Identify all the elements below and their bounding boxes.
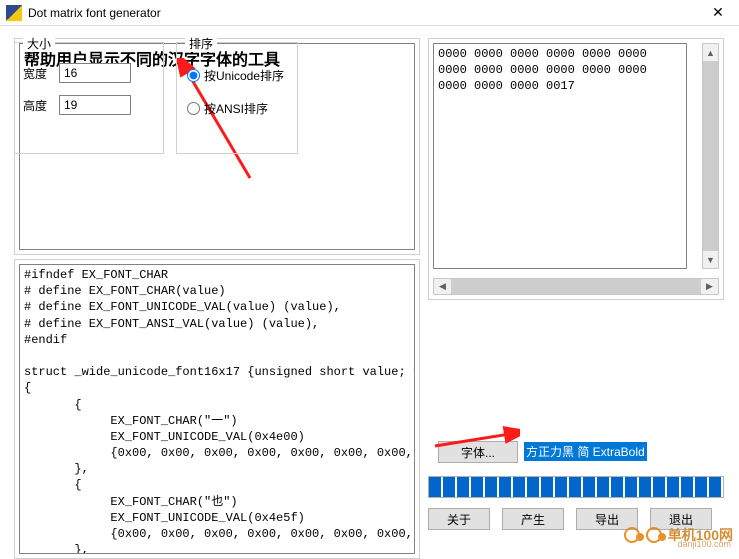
scroll-thumb[interactable] (451, 279, 701, 294)
font-name-display: 方正力黑 简 ExtraBold (524, 442, 688, 462)
close-button[interactable]: ✕ (703, 4, 733, 21)
code-output[interactable]: #ifndef EX_FONT_CHAR # define EX_FONT_CH… (19, 264, 415, 554)
generate-button[interactable]: 产生 (502, 508, 564, 530)
horizontal-scrollbar[interactable]: ◀ ▶ (433, 278, 719, 295)
progress-fill (429, 477, 723, 497)
watermark-url: danji100.com (677, 539, 731, 549)
sort-unicode-label: 按Unicode排序 (204, 67, 284, 84)
sort-unicode-radio[interactable] (187, 69, 200, 82)
sort-ansi-label: 按ANSI排序 (204, 100, 268, 117)
height-input[interactable] (59, 95, 131, 115)
progress-bar (428, 476, 724, 498)
watermark-logo-icon (646, 527, 662, 543)
size-group: 大小 宽度 高度 (14, 42, 164, 154)
scroll-up-icon[interactable]: ▲ (703, 44, 718, 61)
about-button[interactable]: 关于 (428, 508, 490, 530)
code-panel: #ifndef EX_FONT_CHAR # define EX_FONT_CH… (14, 259, 420, 559)
settings-row: 大小 宽度 高度 排序 按Unicode排序 按ANSI排序 (8, 34, 304, 164)
watermark: 单机100网 danji100.com (624, 525, 733, 545)
size-group-label: 大小 (23, 35, 55, 52)
height-label: 高度 (23, 97, 59, 114)
sort-group: 排序 按Unicode排序 按ANSI排序 (176, 42, 298, 154)
sort-group-label: 排序 (185, 35, 217, 52)
scroll-right-icon[interactable]: ▶ (701, 279, 718, 294)
font-button[interactable]: 字体... (438, 441, 518, 463)
width-label: 宽度 (23, 65, 59, 82)
app-icon (6, 5, 22, 21)
client-area: 帮助用户显示不同的汉字字体的工具 #ifndef EX_FONT_CHAR # … (0, 26, 739, 551)
width-input[interactable] (59, 63, 131, 83)
scroll-down-icon[interactable]: ▼ (703, 251, 718, 268)
vertical-scrollbar[interactable]: ▲ ▼ (702, 43, 719, 269)
window-title: Dot matrix font generator (28, 6, 703, 20)
title-bar: Dot matrix font generator ✕ (0, 0, 739, 26)
hex-panel: 0000 0000 0000 0000 0000 0000 0000 0000 … (428, 38, 724, 300)
sort-ansi-radio[interactable] (187, 102, 200, 115)
font-name-text: 方正力黑 简 ExtraBold (524, 442, 647, 461)
scroll-thumb[interactable] (703, 61, 718, 251)
scroll-left-icon[interactable]: ◀ (434, 279, 451, 294)
watermark-logo-icon (624, 527, 640, 543)
hex-output[interactable]: 0000 0000 0000 0000 0000 0000 0000 0000 … (433, 43, 687, 269)
